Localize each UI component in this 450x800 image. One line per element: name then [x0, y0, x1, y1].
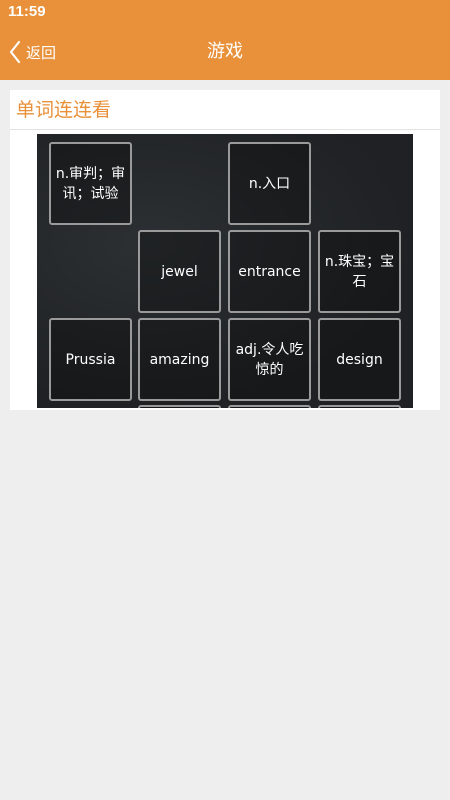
card-title: 单词连连看 [10, 90, 440, 130]
word-tile[interactable]: adj.令人吃惊的 [228, 318, 311, 401]
page-title: 游戏 [207, 41, 243, 62]
game-card: 单词连连看 n.审判；审讯；试验 n.入口 jewel entrance n.珠… [10, 90, 440, 410]
word-tile[interactable]: jewel [138, 230, 221, 313]
word-tile[interactable]: design [318, 318, 401, 401]
back-button[interactable]: 返回 [8, 38, 56, 66]
word-tile[interactable]: n.审判；审讯；试验 [49, 142, 132, 225]
app-bar: 返回 游戏 [0, 24, 450, 80]
chevron-left-icon [9, 40, 21, 64]
status-time: 11:59 [8, 3, 46, 20]
word-tile[interactable] [138, 405, 221, 408]
word-tile[interactable]: n.入口 [228, 142, 311, 225]
match-game-board[interactable]: n.审判；审讯；试验 n.入口 jewel entrance n.珠宝；宝石 P… [37, 134, 413, 408]
word-tile[interactable]: entrance [228, 230, 311, 313]
word-tile[interactable]: n.珠宝；宝石 [318, 230, 401, 313]
word-tile[interactable] [318, 405, 401, 408]
word-tile[interactable] [228, 405, 311, 408]
word-tile[interactable]: Prussia [49, 318, 132, 401]
word-tile[interactable]: amazing [138, 318, 221, 401]
back-label: 返回 [26, 43, 57, 62]
status-bar: 11:59 [0, 0, 450, 24]
